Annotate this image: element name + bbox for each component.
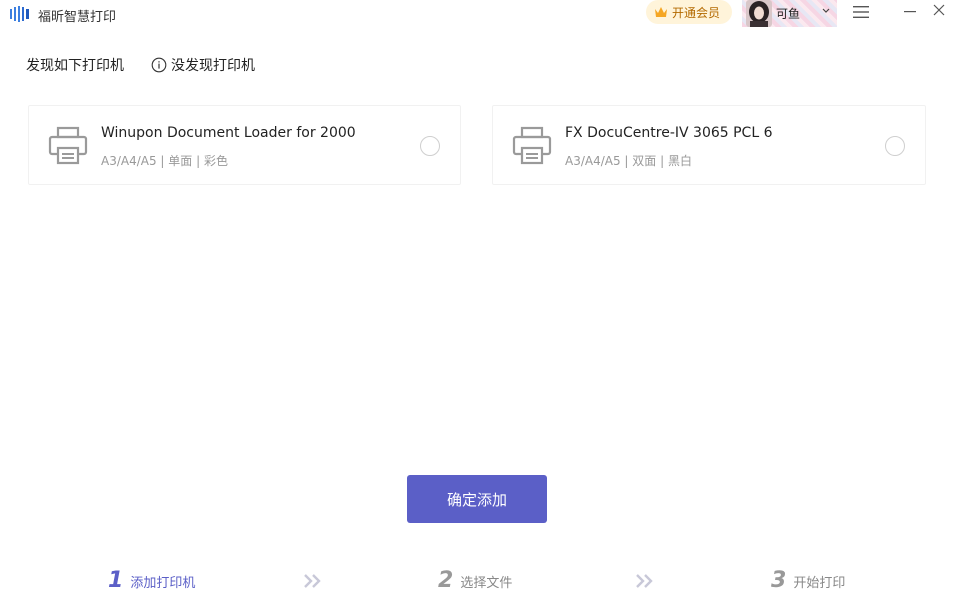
crown-icon (655, 7, 667, 17)
tab-found-printers[interactable]: 发现如下打印机 (26, 55, 124, 75)
tab-not-found-label: 没发现打印机 (171, 58, 255, 74)
step-add-printer: 1 添加打印机 (108, 568, 195, 593)
printer-name: FX DocuCentre-IV 3065 PCL 6 (565, 125, 773, 141)
vip-button[interactable]: 开通会员 (646, 0, 732, 24)
chevron-down-icon[interactable] (821, 6, 831, 16)
step-number: 3 (771, 568, 787, 593)
step-number: 2 (438, 568, 454, 593)
step-select-file: 2 选择文件 (438, 568, 512, 593)
tab-found-label: 发现如下打印机 (26, 58, 124, 74)
printer-select-radio[interactable] (420, 136, 440, 156)
vip-label: 开通会员 (672, 5, 721, 20)
printer-icon (512, 126, 552, 165)
double-chevron-right-icon (304, 574, 321, 588)
printer-select-radio[interactable] (885, 136, 905, 156)
username: 可鱼 (776, 7, 801, 21)
minimize-icon[interactable] (902, 4, 918, 18)
step-label: 开始打印 (793, 576, 846, 591)
step-start-print: 3 开始打印 (771, 568, 845, 593)
avatar[interactable] (746, 0, 772, 27)
close-icon[interactable] (931, 2, 947, 18)
printer-name: Winupon Document Loader for 2000 (101, 125, 356, 141)
app-logo-icon (10, 6, 29, 22)
step-label: 选择文件 (460, 576, 513, 591)
info-icon (151, 57, 167, 73)
step-label: 添加打印机 (130, 576, 196, 591)
printer-specs: A3/A4/A5 | 单面 | 彩色 (101, 154, 228, 168)
double-chevron-right-icon (636, 574, 653, 588)
confirm-add-button[interactable]: 确定添加 (407, 475, 547, 523)
printer-card[interactable]: Winupon Document Loader for 2000 A3/A4/A… (28, 105, 461, 185)
title-bar: 福昕智慧打印 开通会员 可鱼 (0, 0, 954, 28)
user-menu[interactable]: 可鱼 (742, 0, 837, 27)
app-title: 福昕智慧打印 (38, 10, 117, 25)
menu-icon[interactable] (852, 4, 870, 20)
printer-card[interactable]: FX DocuCentre-IV 3065 PCL 6 A3/A4/A5 | 双… (492, 105, 926, 185)
printer-icon (48, 126, 88, 165)
tab-no-printer-found[interactable]: 没发现打印机 (151, 55, 255, 75)
printer-specs: A3/A4/A5 | 双面 | 黑白 (565, 154, 692, 168)
step-number: 1 (108, 568, 124, 593)
